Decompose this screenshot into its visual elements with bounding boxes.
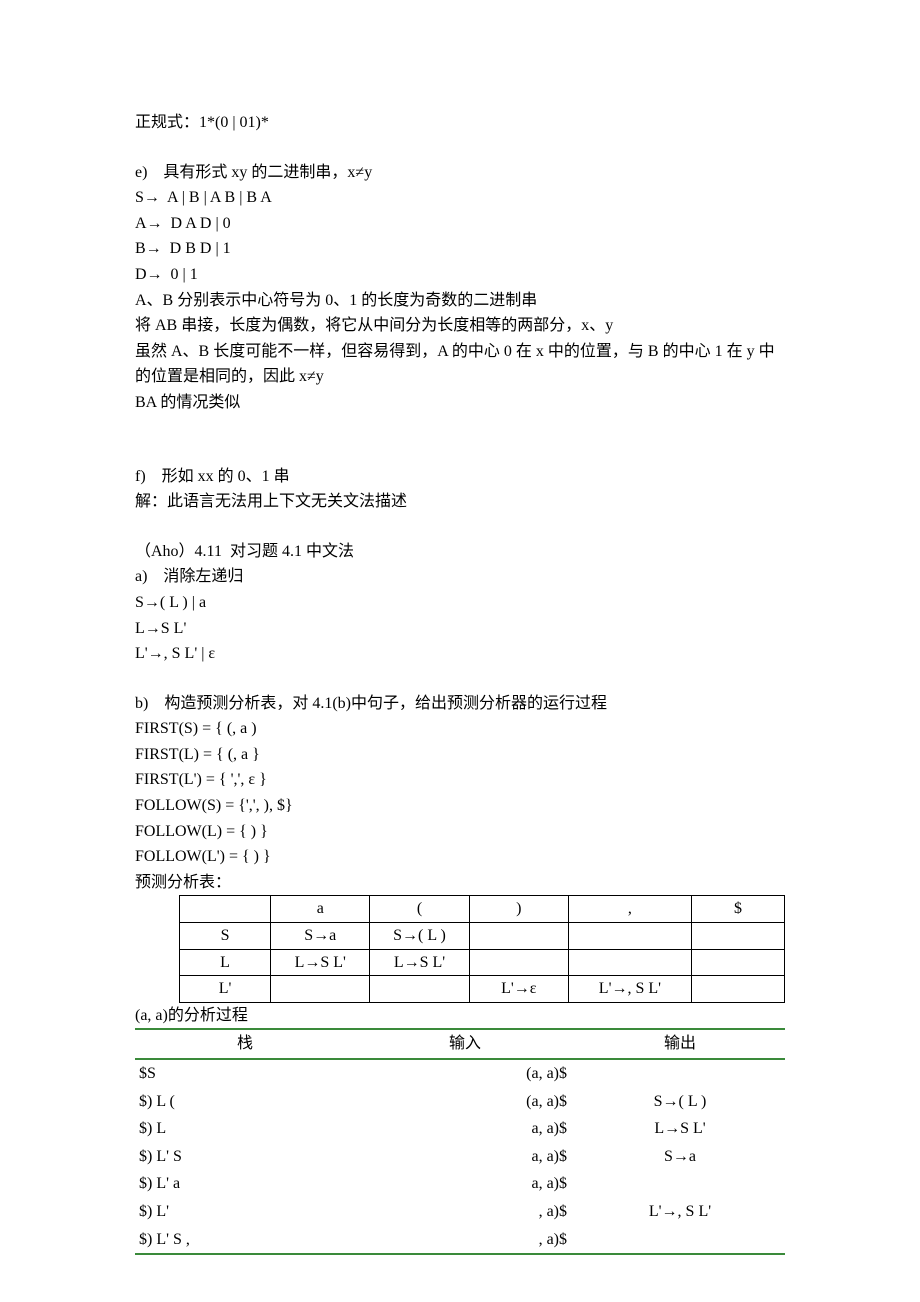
table-cell: L'→, S L': [568, 976, 691, 1003]
grammar-rule: S→( L ) | a: [135, 590, 785, 616]
input-cell: (a, a)$: [355, 1059, 575, 1088]
table-header-cell: (: [370, 896, 469, 923]
stack-header: 栈: [135, 1029, 355, 1059]
table-cell: [469, 923, 568, 950]
stack-cell: $) L: [135, 1115, 355, 1143]
table-row: L L→S L' L→S L': [180, 949, 785, 976]
grammar-rule: L'→, S L' | ε: [135, 641, 785, 667]
stack-cell: $) L': [135, 1198, 355, 1226]
first-set: FIRST(S) = { (, a ): [135, 716, 785, 742]
trace-row: $) L a, a)$ L→S L': [135, 1115, 785, 1143]
stack-cell: $) L' S: [135, 1143, 355, 1171]
trace-row: $) L' S a, a)$ S→a: [135, 1143, 785, 1171]
trace-row: $) L' S , , a)$: [135, 1226, 785, 1255]
explanation-text: BA 的情况类似: [135, 390, 785, 416]
section-a-head: a) 消除左递归: [135, 564, 785, 590]
table-cell: S→a: [271, 923, 370, 950]
input-cell: , a)$: [355, 1198, 575, 1226]
table-cell: [691, 949, 784, 976]
table-cell: [469, 949, 568, 976]
first-set: FIRST(L') = { ',', ε }: [135, 767, 785, 793]
follow-set: FOLLOW(L) = { ) }: [135, 819, 785, 845]
table-cell: L': [180, 976, 271, 1003]
table-cell: S→( L ): [370, 923, 469, 950]
table-cell: [568, 923, 691, 950]
grammar-rule: D→ 0 | 1: [135, 262, 785, 288]
trace-label: (a, a)的分析过程: [135, 1003, 785, 1029]
input-cell: a, a)$: [355, 1170, 575, 1198]
stack-cell: $) L (: [135, 1088, 355, 1116]
output-cell: L'→, S L': [575, 1198, 785, 1226]
table-cell: [370, 976, 469, 1003]
output-cell: [575, 1170, 785, 1198]
explanation-text: 将 AB 串接，长度为偶数，将它从中间分为长度相等的两部分，x、y: [135, 313, 785, 339]
table-row: L' L'→ε L'→, S L': [180, 976, 785, 1003]
table-cell: [568, 949, 691, 976]
table-cell: L'→ε: [469, 976, 568, 1003]
grammar-rule: S→ A | B | A B | B A: [135, 185, 785, 211]
trace-row: $) L' , a)$ L'→, S L': [135, 1198, 785, 1226]
parse-table-label: 预测分析表：: [135, 870, 785, 896]
stack-cell: $) L' S ,: [135, 1226, 355, 1255]
output-cell: L→S L': [575, 1115, 785, 1143]
grammar-rule: A→ D A D | 0: [135, 211, 785, 237]
table-header-row: a ( ) , $: [180, 896, 785, 923]
output-header: 输出: [575, 1029, 785, 1059]
predictive-parse-table: a ( ) , $ S S→a S→( L ) L L→S L' L→S L': [179, 895, 785, 1002]
table-cell: L→S L': [370, 949, 469, 976]
follow-set: FOLLOW(L') = { ) }: [135, 844, 785, 870]
trace-row: $) L ( (a, a)$ S→( L ): [135, 1088, 785, 1116]
input-cell: , a)$: [355, 1226, 575, 1255]
answer-text: 解：此语言无法用上下文无关文法描述: [135, 489, 785, 515]
table-header-cell: a: [271, 896, 370, 923]
output-cell: S→( L ): [575, 1088, 785, 1116]
table-header-cell: [180, 896, 271, 923]
trace-row: $) L' a a, a)$: [135, 1170, 785, 1198]
table-header-cell: $: [691, 896, 784, 923]
document-page: 正规式：1*(0 | 01)* e) 具有形式 xy 的二进制串，x≠y S→ …: [0, 0, 920, 1302]
stack-cell: $) L' a: [135, 1170, 355, 1198]
table-cell: L→S L': [271, 949, 370, 976]
grammar-rule: L→S L': [135, 616, 785, 642]
first-set: FIRST(L) = { (, a }: [135, 742, 785, 768]
section-b-head: b) 构造预测分析表，对 4.1(b)中句子，给出预测分析器的运行过程: [135, 691, 785, 717]
explanation-text: A、B 分别表示中心符号为 0、1 的长度为奇数的二进制串: [135, 288, 785, 314]
parse-trace-table: 栈 输入 输出 $S (a, a)$ $) L ( (a, a)$ S→( L …: [135, 1028, 785, 1255]
table-header-cell: ,: [568, 896, 691, 923]
table-cell: [271, 976, 370, 1003]
input-cell: a, a)$: [355, 1115, 575, 1143]
section-e-head: e) 具有形式 xy 的二进制串，x≠y: [135, 160, 785, 186]
grammar-rule: B→ D B D | 1: [135, 236, 785, 262]
table-header-cell: ): [469, 896, 568, 923]
follow-set: FOLLOW(S) = {',', ), $}: [135, 793, 785, 819]
table-row: S S→a S→( L ): [180, 923, 785, 950]
aho-head: （Aho）4.11 对习题 4.1 中文法: [135, 539, 785, 565]
table-cell: [691, 923, 784, 950]
stack-cell: $S: [135, 1059, 355, 1088]
table-cell: L: [180, 949, 271, 976]
output-cell: [575, 1059, 785, 1088]
input-header: 输入: [355, 1029, 575, 1059]
input-cell: (a, a)$: [355, 1088, 575, 1116]
table-header-row: 栈 输入 输出: [135, 1029, 785, 1059]
explanation-text: 虽然 A、B 长度可能不一样，但容易得到，A 的中心 0 在 x 中的位置，与 …: [135, 339, 785, 390]
output-cell: S→a: [575, 1143, 785, 1171]
output-cell: [575, 1226, 785, 1255]
section-f-head: f) 形如 xx 的 0、1 串: [135, 464, 785, 490]
trace-row: $S (a, a)$: [135, 1059, 785, 1088]
table-cell: S: [180, 923, 271, 950]
input-cell: a, a)$: [355, 1143, 575, 1171]
table-cell: [691, 976, 784, 1003]
regex-line: 正规式：1*(0 | 01)*: [135, 110, 785, 136]
